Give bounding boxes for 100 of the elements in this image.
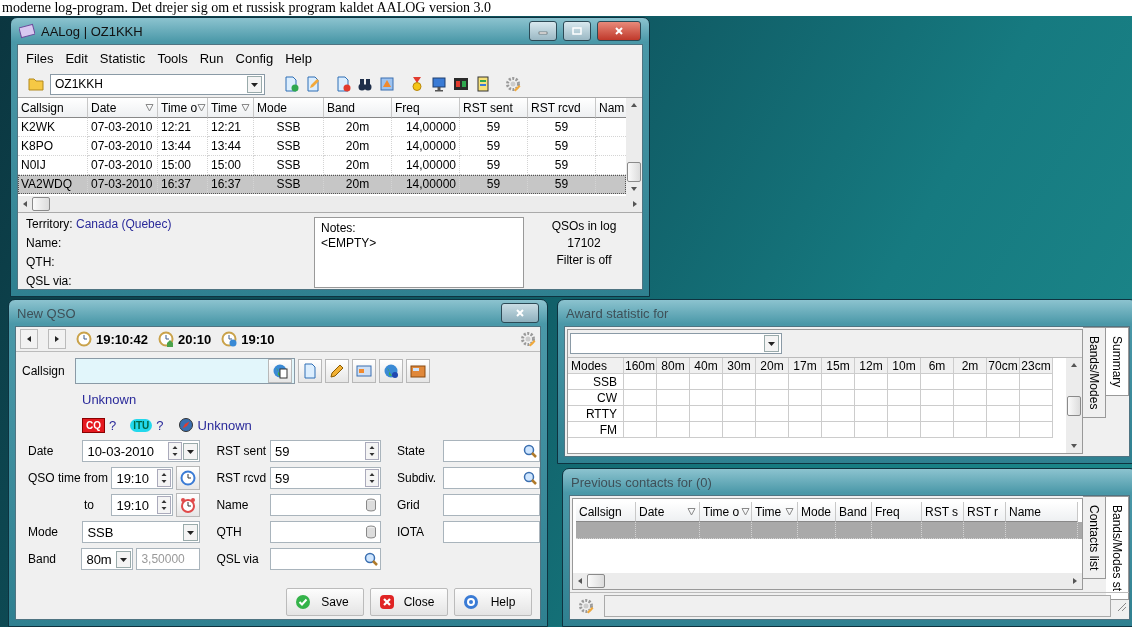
menu-item[interactable]: Config	[235, 50, 274, 66]
menu-item[interactable]: Statistic	[99, 50, 146, 66]
time-field[interactable]: 19:10	[111, 467, 174, 489]
table-row[interactable]: VA2WDQ 07-03-2010 16:37 16:37 SSB 20m 14,00000 59 59	[18, 175, 626, 194]
menu-item[interactable]: Files	[26, 50, 54, 66]
pencil-icon[interactable]	[329, 363, 345, 379]
search-icon[interactable]	[522, 443, 538, 459]
column-header[interactable]: Date	[88, 98, 158, 118]
log-selector[interactable]: OZ1KKH	[50, 73, 265, 95]
settings-icon[interactable]	[505, 76, 521, 92]
horizontal-scrollbar[interactable]	[18, 196, 642, 212]
alarm-clock-icon[interactable]	[180, 497, 197, 513]
column-header[interactable]: Time o	[158, 98, 208, 118]
folder-icon[interactable]	[28, 76, 44, 92]
column-header[interactable]: Band	[324, 98, 392, 118]
column-header[interactable]: Time	[208, 98, 254, 118]
column-header[interactable]: Name	[1006, 502, 1078, 522]
scrollbar-thumb[interactable]	[1067, 395, 1081, 416]
resize-grip-icon[interactable]	[1115, 600, 1127, 612]
close-button[interactable]	[501, 303, 539, 323]
delete-document-icon[interactable]	[335, 76, 351, 92]
two-block-panel-icon[interactable]	[453, 76, 469, 92]
column-header[interactable]: Mode	[798, 502, 836, 522]
vertical-scrollbar[interactable]	[626, 98, 642, 196]
save-button[interactable]: Save	[286, 588, 364, 616]
continent-text: Unknown	[197, 417, 252, 433]
edit-document-icon[interactable]	[305, 76, 321, 92]
column-header[interactable]: Freq	[392, 98, 460, 118]
input-field[interactable]	[443, 467, 540, 489]
column-header[interactable]: Freq	[872, 502, 922, 522]
monitor-icon[interactable]	[431, 76, 447, 92]
new-document-icon[interactable]	[283, 76, 299, 92]
column-header[interactable]: Time o	[700, 502, 752, 522]
column-header[interactable]: Callsign	[18, 98, 88, 118]
input-field[interactable]	[443, 494, 540, 516]
column-header[interactable]: Band	[836, 502, 872, 522]
close-button[interactable]: Close	[370, 588, 448, 616]
scrollbar-thumb[interactable]	[587, 574, 605, 588]
colored-panel-icon[interactable]	[475, 76, 491, 92]
maximize-button[interactable]	[563, 21, 591, 41]
input-field[interactable]	[443, 440, 540, 462]
globe-icon[interactable]	[383, 363, 399, 379]
table-cell: 59	[528, 118, 596, 137]
combo-box[interactable]: SSB	[82, 521, 201, 543]
globe-document-icon[interactable]	[272, 363, 288, 379]
callsign-field[interactable]	[75, 358, 295, 384]
vertical-scrollbar[interactable]	[1066, 358, 1082, 453]
column-header[interactable]: Callsign	[576, 502, 636, 522]
spin-field[interactable]: 59	[270, 440, 381, 462]
sort-icon	[687, 507, 696, 516]
scrollbar-thumb[interactable]	[32, 197, 50, 211]
column-header[interactable]: RST s	[922, 502, 964, 522]
input-field[interactable]	[270, 494, 381, 516]
side-tab[interactable]: Contacts list	[1083, 496, 1106, 580]
settings-icon[interactable]	[520, 331, 536, 347]
input-field[interactable]	[270, 521, 381, 543]
database-icon[interactable]	[363, 497, 379, 513]
menu-item[interactable]: Tools	[157, 50, 188, 66]
column-header[interactable]: Mode	[254, 98, 324, 118]
id-card-icon[interactable]	[356, 363, 372, 379]
binoculars-icon[interactable]	[357, 76, 373, 92]
column-header[interactable]: RST sent	[460, 98, 528, 118]
scrollbar-thumb[interactable]	[627, 162, 641, 182]
spin-arrows-icon[interactable]	[157, 469, 172, 487]
table-cell: 14,00000	[392, 118, 460, 137]
time-field[interactable]: 19:10	[111, 494, 174, 516]
database-icon[interactable]	[363, 524, 379, 540]
input-field[interactable]	[270, 548, 381, 570]
side-tab[interactable]: Summary	[1106, 327, 1129, 397]
close-button[interactable]	[597, 21, 641, 41]
menu-item[interactable]: Edit	[65, 50, 88, 66]
clock-icon[interactable]	[180, 470, 197, 486]
spin-arrows-icon[interactable]	[365, 442, 379, 460]
column-header[interactable]: Time	[752, 502, 798, 522]
settings-icon[interactable]	[578, 598, 594, 614]
spin-field[interactable]: 59	[270, 467, 381, 489]
combo-box[interactable]: 80m	[81, 548, 134, 570]
side-tab[interactable]: Bands/Modes st	[1106, 496, 1129, 601]
search-icon[interactable]	[522, 470, 538, 486]
side-tab[interactable]: Bands/Modes	[1083, 327, 1106, 419]
window-folder-icon[interactable]	[410, 363, 426, 379]
table-cell	[789, 374, 822, 390]
menu-item[interactable]: Help	[285, 50, 312, 66]
search-icon[interactable]	[363, 551, 379, 567]
spin-arrows-icon[interactable]	[168, 442, 183, 460]
date-field[interactable]: 10-03-2010	[82, 440, 201, 462]
column-header[interactable]: RST r	[964, 502, 1006, 522]
column-header: 80m	[657, 358, 690, 374]
spin-arrows-icon[interactable]	[157, 496, 172, 514]
input-field[interactable]	[443, 521, 540, 543]
column-header[interactable]: RST rcvd	[528, 98, 596, 118]
horizontal-scrollbar[interactable]	[573, 573, 1082, 589]
column-header[interactable]: Date	[636, 502, 700, 522]
minimize-button[interactable]	[529, 21, 557, 41]
menu-item[interactable]: Run	[199, 50, 224, 66]
medal-icon[interactable]	[409, 76, 425, 92]
document-icon[interactable]	[302, 363, 318, 379]
arrow-picture-icon[interactable]	[379, 76, 395, 92]
spin-arrows-icon[interactable]	[365, 469, 379, 487]
help-button[interactable]: Help	[454, 588, 532, 616]
